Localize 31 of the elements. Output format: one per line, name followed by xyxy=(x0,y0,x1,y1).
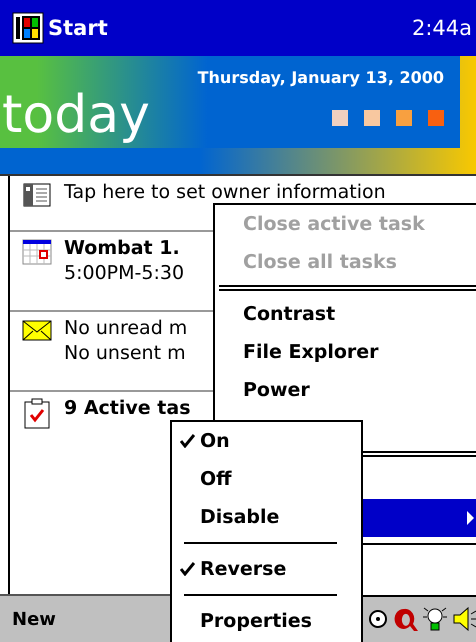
menu-item[interactable]: Reverse xyxy=(172,550,361,588)
menu-item[interactable]: Properties xyxy=(172,602,361,640)
calendar-icon xyxy=(22,238,52,266)
menu-item[interactable]: Off xyxy=(172,460,361,498)
submenu-arrow-icon xyxy=(466,510,475,526)
item-text[interactable]: 9 Active tas xyxy=(64,396,190,421)
menu-item[interactable]: Contrast xyxy=(215,295,476,333)
menu-item[interactable]: File Explorer xyxy=(215,333,476,371)
lightbulb-icon xyxy=(422,606,448,632)
item-text[interactable]: Wombat 1. xyxy=(64,236,184,261)
menu-item[interactable]: Disable xyxy=(172,498,361,536)
q-logo-icon xyxy=(392,606,418,632)
menu-item[interactable]: Power xyxy=(215,371,476,409)
start-button[interactable]: Start xyxy=(12,12,412,44)
speaker-icon xyxy=(452,606,476,632)
checkmark-icon xyxy=(180,434,194,448)
target-icon xyxy=(368,609,388,629)
clipboard-check-icon xyxy=(23,398,51,430)
envelope-icon xyxy=(22,318,52,342)
clock[interactable]: 2:44a xyxy=(412,16,472,40)
item-text[interactable]: 5:00PM-5:30 xyxy=(64,261,184,286)
item-text[interactable]: No unsent m xyxy=(64,341,188,366)
menu-item[interactable]: On xyxy=(172,422,361,460)
checkmark-icon xyxy=(180,562,194,576)
item-text[interactable]: No unread m xyxy=(64,316,188,341)
date-text: Thursday, January 13, 2000 xyxy=(198,68,444,87)
card-icon xyxy=(23,182,51,208)
windows-flag-icon xyxy=(12,12,44,44)
new-button[interactable]: New xyxy=(12,608,56,630)
today-heading: today xyxy=(2,85,150,145)
item-text[interactable]: Tap here to set owner information xyxy=(64,180,386,205)
